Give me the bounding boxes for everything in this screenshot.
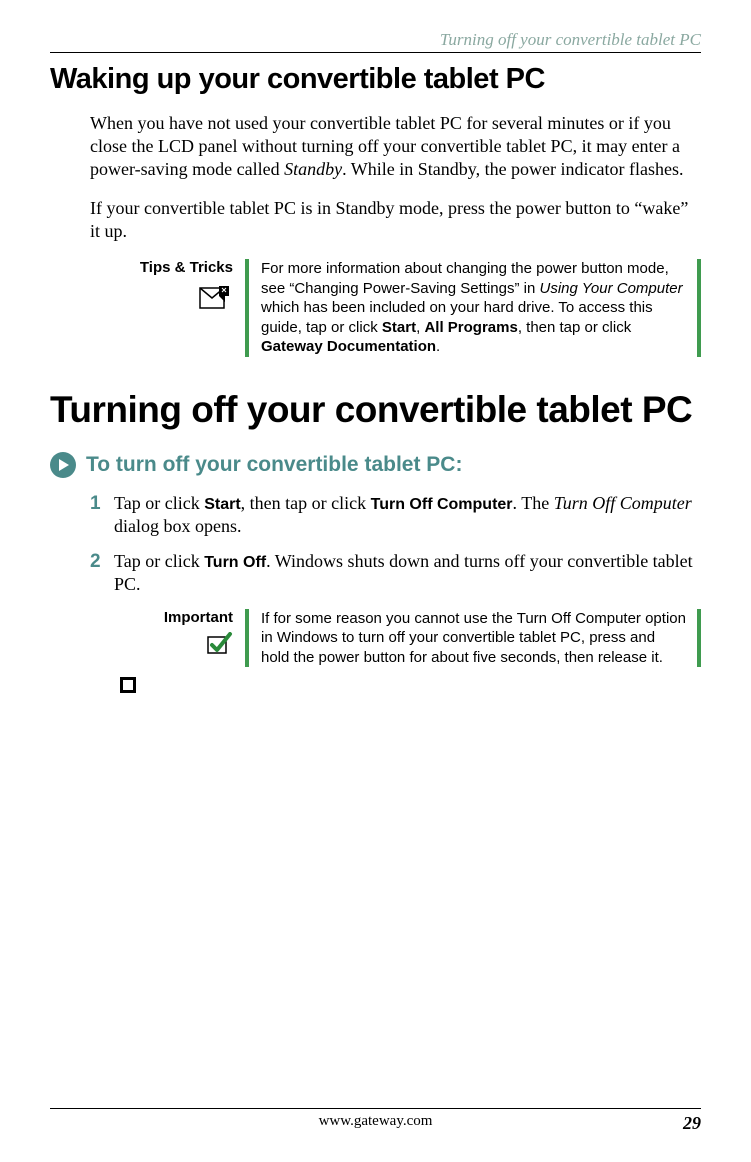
- step-number: 1: [90, 492, 114, 539]
- text-bold: All Programs: [424, 319, 517, 336]
- page-number: 29: [683, 1113, 701, 1134]
- step-text: Tap or click Turn Off. Windows shuts dow…: [114, 550, 701, 597]
- text-italic: Using Your Computer: [539, 280, 682, 297]
- top-rule: [50, 52, 701, 53]
- running-header: Turning off your convertible tablet PC: [50, 30, 701, 50]
- tips-label: Tips & Tricks: [120, 259, 233, 276]
- step-1-row: 1 Tap or click Start, then tap or click …: [90, 492, 701, 539]
- footer-url: www.gateway.com: [319, 1113, 433, 1130]
- tips-body: For more information about changing the …: [249, 259, 697, 357]
- text: Tap or click: [114, 493, 204, 513]
- text-bold: Turn Off: [204, 554, 266, 571]
- page-footer: www.gateway.com 29: [50, 1108, 701, 1134]
- tips-label-column: Tips & Tricks: [120, 259, 245, 357]
- text: , then tap or click: [241, 493, 371, 513]
- step-2-row: 2 Tap or click Turn Off. Windows shuts d…: [90, 550, 701, 597]
- waking-paragraph-2: If your convertible tablet PC is in Stan…: [90, 197, 701, 243]
- important-callout: Important If for some reason you cannot …: [120, 609, 701, 668]
- important-label: Important: [120, 609, 233, 626]
- section-waking-title: Waking up your convertible tablet PC: [50, 63, 701, 96]
- waking-paragraph-1: When you have not used your convertible …: [90, 112, 701, 181]
- text: .: [436, 338, 440, 355]
- important-label-column: Important: [120, 609, 245, 668]
- play-arrow-icon: [50, 452, 76, 478]
- step-number: 2: [90, 550, 114, 597]
- text-italic: Standby: [284, 159, 342, 179]
- tips-icon: [199, 282, 233, 316]
- howto-heading-row: To turn off your convertible tablet PC:: [50, 452, 701, 478]
- text-bold: Start: [204, 496, 240, 513]
- checkmark-icon: [205, 632, 233, 660]
- text-bold: Turn Off Computer: [371, 496, 513, 513]
- text: , then tap or click: [518, 319, 631, 336]
- important-body: If for some reason you cannot use the Tu…: [249, 609, 697, 668]
- text: . The: [513, 493, 554, 513]
- step-text: Tap or click Start, then tap or click Tu…: [114, 492, 701, 539]
- section-turning-off-title: Turning off your convertible tablet PC: [50, 391, 701, 430]
- text-bold: Gateway Documentation: [261, 338, 436, 355]
- text: . While in Standby, the power indicator …: [342, 159, 683, 179]
- text: dialog box opens.: [114, 516, 242, 536]
- tips-and-tricks-callout: Tips & Tricks For more information about…: [120, 259, 701, 357]
- end-of-procedure-icon: [120, 677, 136, 693]
- text-bold: Start: [382, 319, 416, 336]
- howto-heading: To turn off your convertible tablet PC:: [86, 453, 462, 477]
- text: Tap or click: [114, 551, 204, 571]
- text-italic: Turn Off Computer: [554, 493, 692, 513]
